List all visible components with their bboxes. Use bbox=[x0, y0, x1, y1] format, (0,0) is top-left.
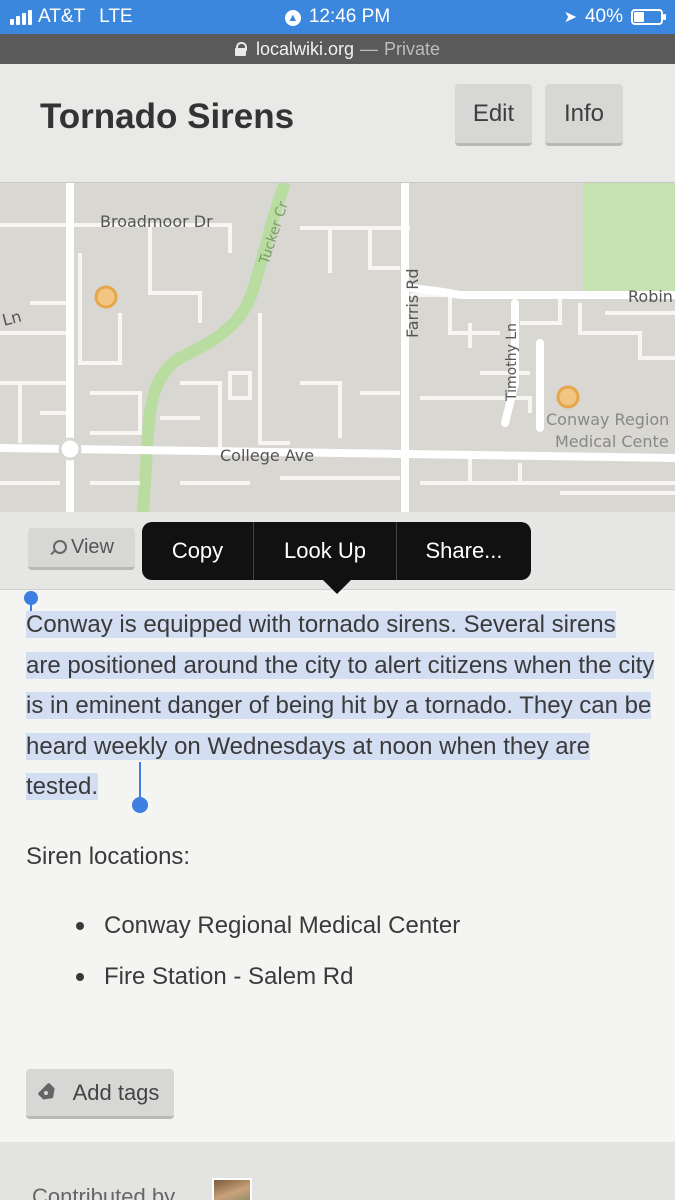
intro-paragraph[interactable]: Conway is equipped with tornado sirens. … bbox=[26, 605, 656, 808]
place-label-line1: Conway Region bbox=[546, 410, 669, 429]
street-label-broadmoor: Broadmoor Dr bbox=[100, 212, 213, 231]
url-host: localwiki.org bbox=[255, 38, 354, 59]
clock: 12:46 PM bbox=[308, 6, 391, 27]
location-arrow-icon: ➤ bbox=[563, 9, 577, 26]
bullet bbox=[76, 921, 84, 930]
view-map-button[interactable]: View bbox=[28, 528, 135, 570]
page-title: Tornado Sirens bbox=[40, 97, 295, 136]
navigation-icon: ▲ bbox=[284, 10, 301, 26]
search-icon bbox=[49, 539, 67, 557]
roundabout bbox=[58, 437, 82, 461]
text-selection-menu: Copy Look Up Share... bbox=[142, 522, 531, 580]
battery-icon bbox=[631, 9, 666, 25]
status-bar: AT&T LTE ▲ 12:46 PM ➤ 40% bbox=[0, 0, 675, 34]
locations-heading: Siren locations: bbox=[26, 843, 191, 870]
page-header: Tornado Sirens Edit Info bbox=[0, 64, 675, 182]
add-tags-button[interactable]: Add tags bbox=[26, 1069, 174, 1119]
bullet bbox=[76, 972, 84, 981]
info-button[interactable]: Info bbox=[545, 84, 623, 146]
avatar[interactable] bbox=[212, 1178, 252, 1200]
siren-marker-2[interactable] bbox=[556, 385, 580, 409]
article-body: Conway is equipped with tornado sirens. … bbox=[26, 605, 656, 808]
location-label: Conway Regional Medical Center bbox=[104, 911, 461, 939]
url-separator: — bbox=[360, 38, 378, 59]
street-label-timothy: Timothy Ln bbox=[504, 323, 520, 402]
view-label: View bbox=[71, 536, 114, 558]
selected-text: Conway is equipped with tornado sirens. … bbox=[26, 611, 655, 800]
park-area bbox=[583, 183, 675, 293]
location-label: Fire Station - Salem Rd bbox=[104, 962, 354, 990]
browsing-mode: Private bbox=[384, 38, 441, 59]
list-item: Conway Regional Medical Center bbox=[76, 900, 460, 951]
menu-pointer bbox=[323, 580, 351, 594]
siren-marker-1[interactable] bbox=[94, 285, 118, 309]
copy-menu-item[interactable]: Copy bbox=[142, 522, 253, 580]
lock-icon bbox=[234, 42, 247, 56]
edit-button[interactable]: Edit bbox=[455, 84, 532, 146]
place-label-line2: Medical Cente bbox=[555, 432, 669, 451]
list-item: Fire Station - Salem Rd bbox=[76, 951, 460, 1002]
street-label-college: College Ave bbox=[220, 446, 314, 465]
locations-list: Conway Regional Medical Center Fire Stat… bbox=[76, 900, 460, 1002]
add-tags-label: Add tags bbox=[72, 1079, 160, 1105]
contributors-footer: Contributed by bbox=[0, 1142, 675, 1200]
url-bar[interactable]: localwiki.org — Private bbox=[0, 34, 675, 64]
street-label-farris: Farris Rd bbox=[403, 268, 422, 338]
contributed-by-label: Contributed by bbox=[32, 1184, 176, 1200]
look-up-menu-item[interactable]: Look Up bbox=[253, 522, 397, 580]
map[interactable]: Broadmoor Dr Tucker Cr Farris Rd Timothy… bbox=[0, 182, 675, 513]
selection-start-handle[interactable] bbox=[24, 591, 38, 631]
tag-icon bbox=[41, 1085, 61, 1101]
share-menu-item[interactable]: Share... bbox=[397, 522, 531, 580]
battery-percent: 40% bbox=[584, 6, 623, 27]
street-label-robin: Robin bbox=[628, 287, 673, 306]
